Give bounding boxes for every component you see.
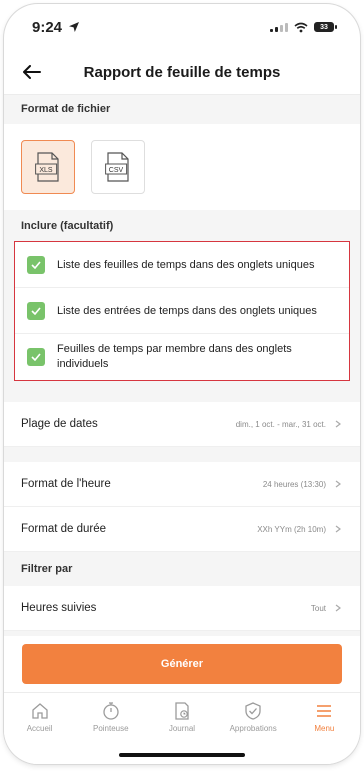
approval-shield-icon xyxy=(245,702,261,720)
include-option-members[interactable]: Feuilles de temps par membre dans des on… xyxy=(15,334,349,380)
back-button[interactable] xyxy=(20,60,44,84)
xls-label: XLS xyxy=(39,167,53,174)
tab-label: Pointeuse xyxy=(92,724,129,733)
date-range-row[interactable]: Plage de dates dim., 1 oct. - mar., 31 o… xyxy=(4,402,360,447)
duration-format-row[interactable]: Format de durée XXh YYm (2h 10m) xyxy=(4,507,360,552)
checkbox-checked[interactable] xyxy=(27,301,45,320)
include-section-title: Inclure (facultatif) xyxy=(4,212,360,241)
hour-format-row[interactable]: Format de l'heure 24 heures (13:30) xyxy=(4,462,360,507)
stopwatch-icon xyxy=(103,702,119,720)
top-app-bar: Rapport de feuille de temps xyxy=(4,50,360,95)
csv-format-option[interactable]: CSV xyxy=(91,140,145,194)
tab-label: Menu xyxy=(314,724,335,733)
hour-format-value: 24 heures (13:30) xyxy=(262,479,326,489)
wifi-icon xyxy=(294,22,308,32)
timesheet-icon xyxy=(175,702,189,720)
spacer xyxy=(4,381,360,402)
tracked-hours-label: Heures suivies xyxy=(21,602,97,614)
file-format-section-title: Format de fichier xyxy=(4,95,360,124)
checkmark-icon xyxy=(31,353,41,361)
checkmark-icon xyxy=(31,306,41,315)
include-option-label: Liste des feuilles de temps dans des ong… xyxy=(57,258,315,271)
chevron-right-icon xyxy=(335,525,341,533)
csv-label: CSV xyxy=(109,167,124,174)
include-option-label: Feuilles de temps par membre dans des on… xyxy=(57,343,292,370)
duration-format-value: XXh YYm (2h 10m) xyxy=(257,524,326,534)
status-left: 9:24 xyxy=(32,19,80,36)
checkmark-icon xyxy=(31,260,41,269)
arrow-left-icon xyxy=(23,65,41,79)
include-options-highlight: Liste des feuilles de temps dans des ong… xyxy=(14,241,350,381)
location-arrow-icon xyxy=(69,22,80,32)
tracked-hours-value: Tout xyxy=(310,603,326,613)
checkbox-checked[interactable] xyxy=(27,255,45,274)
tracked-hours-row[interactable]: Heures suivies Tout xyxy=(4,586,360,631)
hour-format-label: Format de l'heure xyxy=(21,478,111,490)
include-option-timesheets[interactable]: Liste des feuilles de temps dans des ong… xyxy=(15,242,349,288)
home-indicator xyxy=(119,753,245,757)
signal-icon xyxy=(270,22,288,32)
tab-menu[interactable]: Menu xyxy=(292,701,356,764)
tab-label: Journal xyxy=(168,724,196,733)
home-icon xyxy=(31,703,48,719)
menu-icon xyxy=(317,705,332,717)
battery-level: 33 xyxy=(320,23,328,31)
chevron-right-icon xyxy=(335,420,341,428)
status-bar: 9:24 33 xyxy=(4,4,360,50)
include-option-label: Liste des entrées de temps dans des ongl… xyxy=(57,304,317,317)
include-option-entries[interactable]: Liste des entrées de temps dans des ongl… xyxy=(15,288,349,334)
xls-format-option[interactable]: XLS xyxy=(21,140,75,194)
checkbox-checked[interactable] xyxy=(27,348,45,366)
chevron-right-icon xyxy=(335,480,341,488)
xls-file-icon: XLS xyxy=(35,152,59,182)
date-range-value: dim., 1 oct. - mar., 31 oct. xyxy=(235,419,326,429)
tab-label: Approbations xyxy=(229,724,277,733)
generate-button[interactable]: Générer xyxy=(22,644,342,684)
filter-section-title: Filtrer par xyxy=(4,552,360,586)
status-right: 33 xyxy=(270,22,337,33)
csv-file-icon: CSV xyxy=(105,152,129,182)
tab-home[interactable]: Accueil xyxy=(8,701,72,764)
date-range-label: Plage de dates xyxy=(21,418,98,430)
page-title: Rapport de feuille de temps xyxy=(83,63,281,81)
file-format-options: XLS CSV xyxy=(4,124,360,210)
chevron-right-icon xyxy=(335,604,341,612)
spacer xyxy=(4,447,360,462)
generate-bar: Générer xyxy=(4,636,360,692)
battery-icon: 33 xyxy=(314,22,337,32)
phone-screen: 9:24 33 Rapport de feuille de temps Form… xyxy=(4,4,360,764)
status-time: 9:24 xyxy=(32,18,63,36)
duration-format-label: Format de durée xyxy=(21,523,107,535)
tab-label: Accueil xyxy=(26,724,53,733)
